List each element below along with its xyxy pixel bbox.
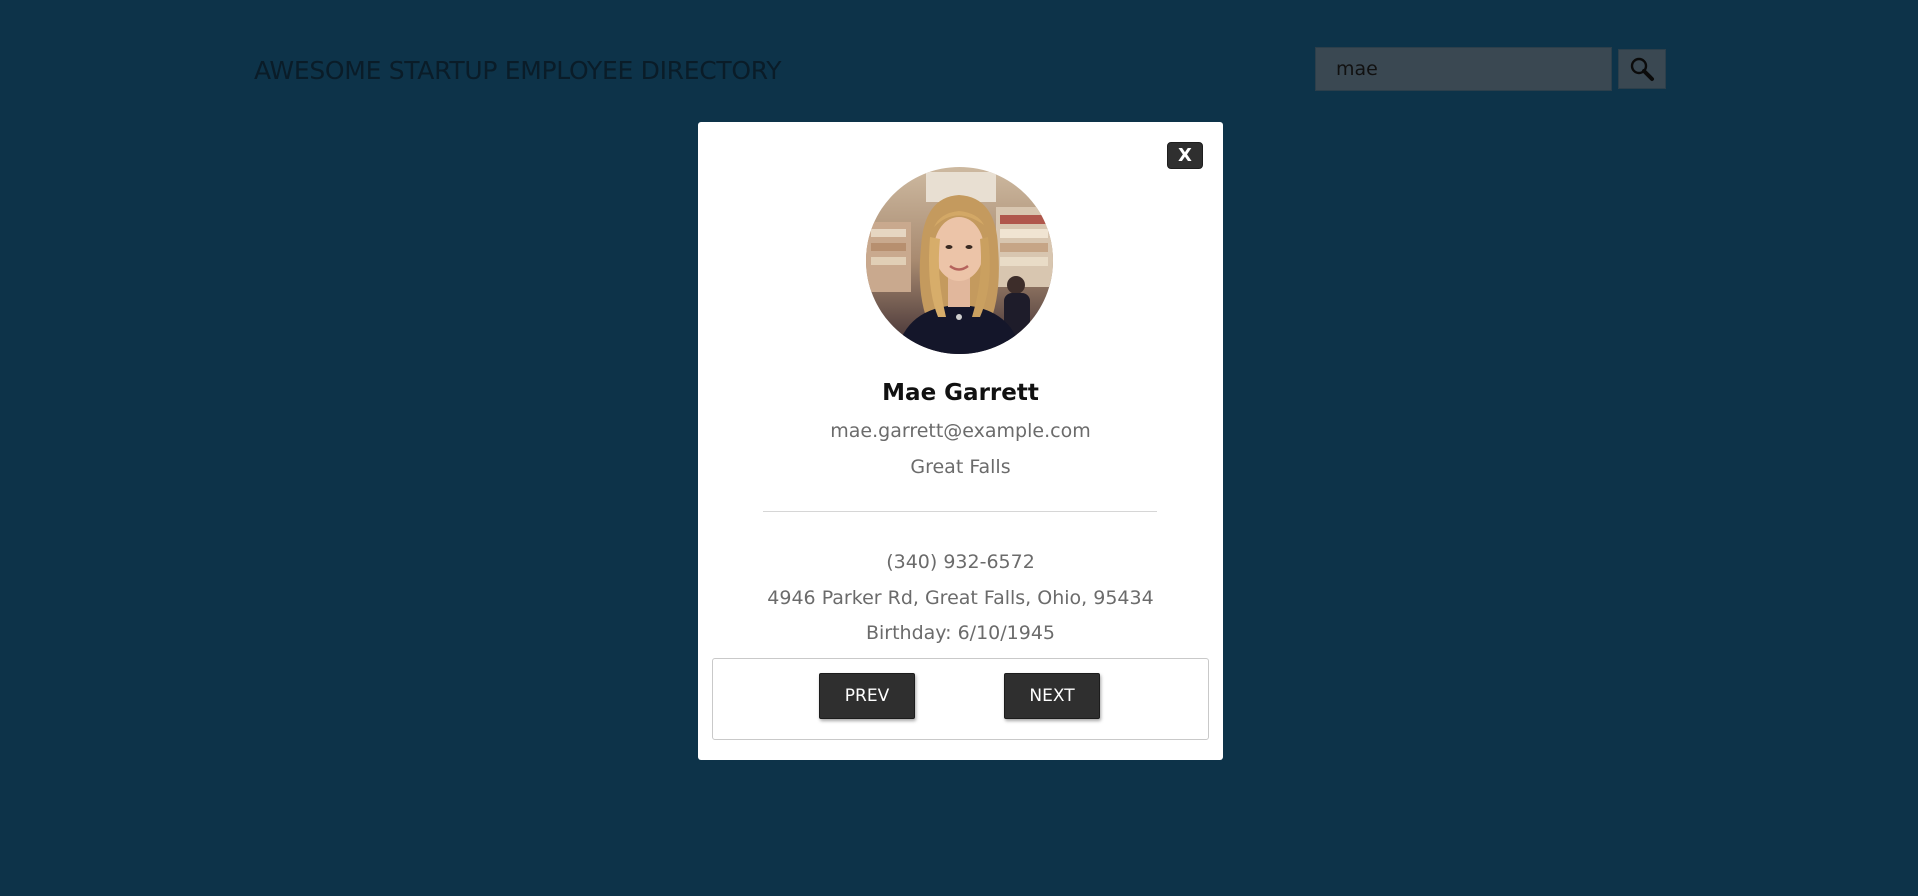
employee-email: mae.garrett@example.com: [830, 420, 1091, 442]
modal-overlay: X Mae Garrett mae.garrett@example.com Gr…: [0, 0, 1918, 896]
next-button[interactable]: NEXT: [1004, 673, 1100, 719]
employee-phone: (340) 932-6572: [886, 551, 1035, 573]
employee-modal: X Mae Garrett mae.garrett@example.com Gr…: [698, 122, 1223, 760]
employee-birthday: Birthday: 6/10/1945: [865, 622, 1056, 644]
employee-city: Great Falls: [910, 456, 1011, 478]
avatar: [866, 167, 1053, 354]
prev-button[interactable]: PREV: [819, 673, 915, 719]
close-button[interactable]: X: [1167, 142, 1203, 169]
employee-name: Mae Garrett: [882, 380, 1039, 406]
modal-nav: PREV NEXT: [712, 658, 1209, 740]
modal-divider: [763, 511, 1157, 512]
employee-address: 4946 Parker Rd, Great Falls, Ohio, 95434: [767, 587, 1154, 609]
